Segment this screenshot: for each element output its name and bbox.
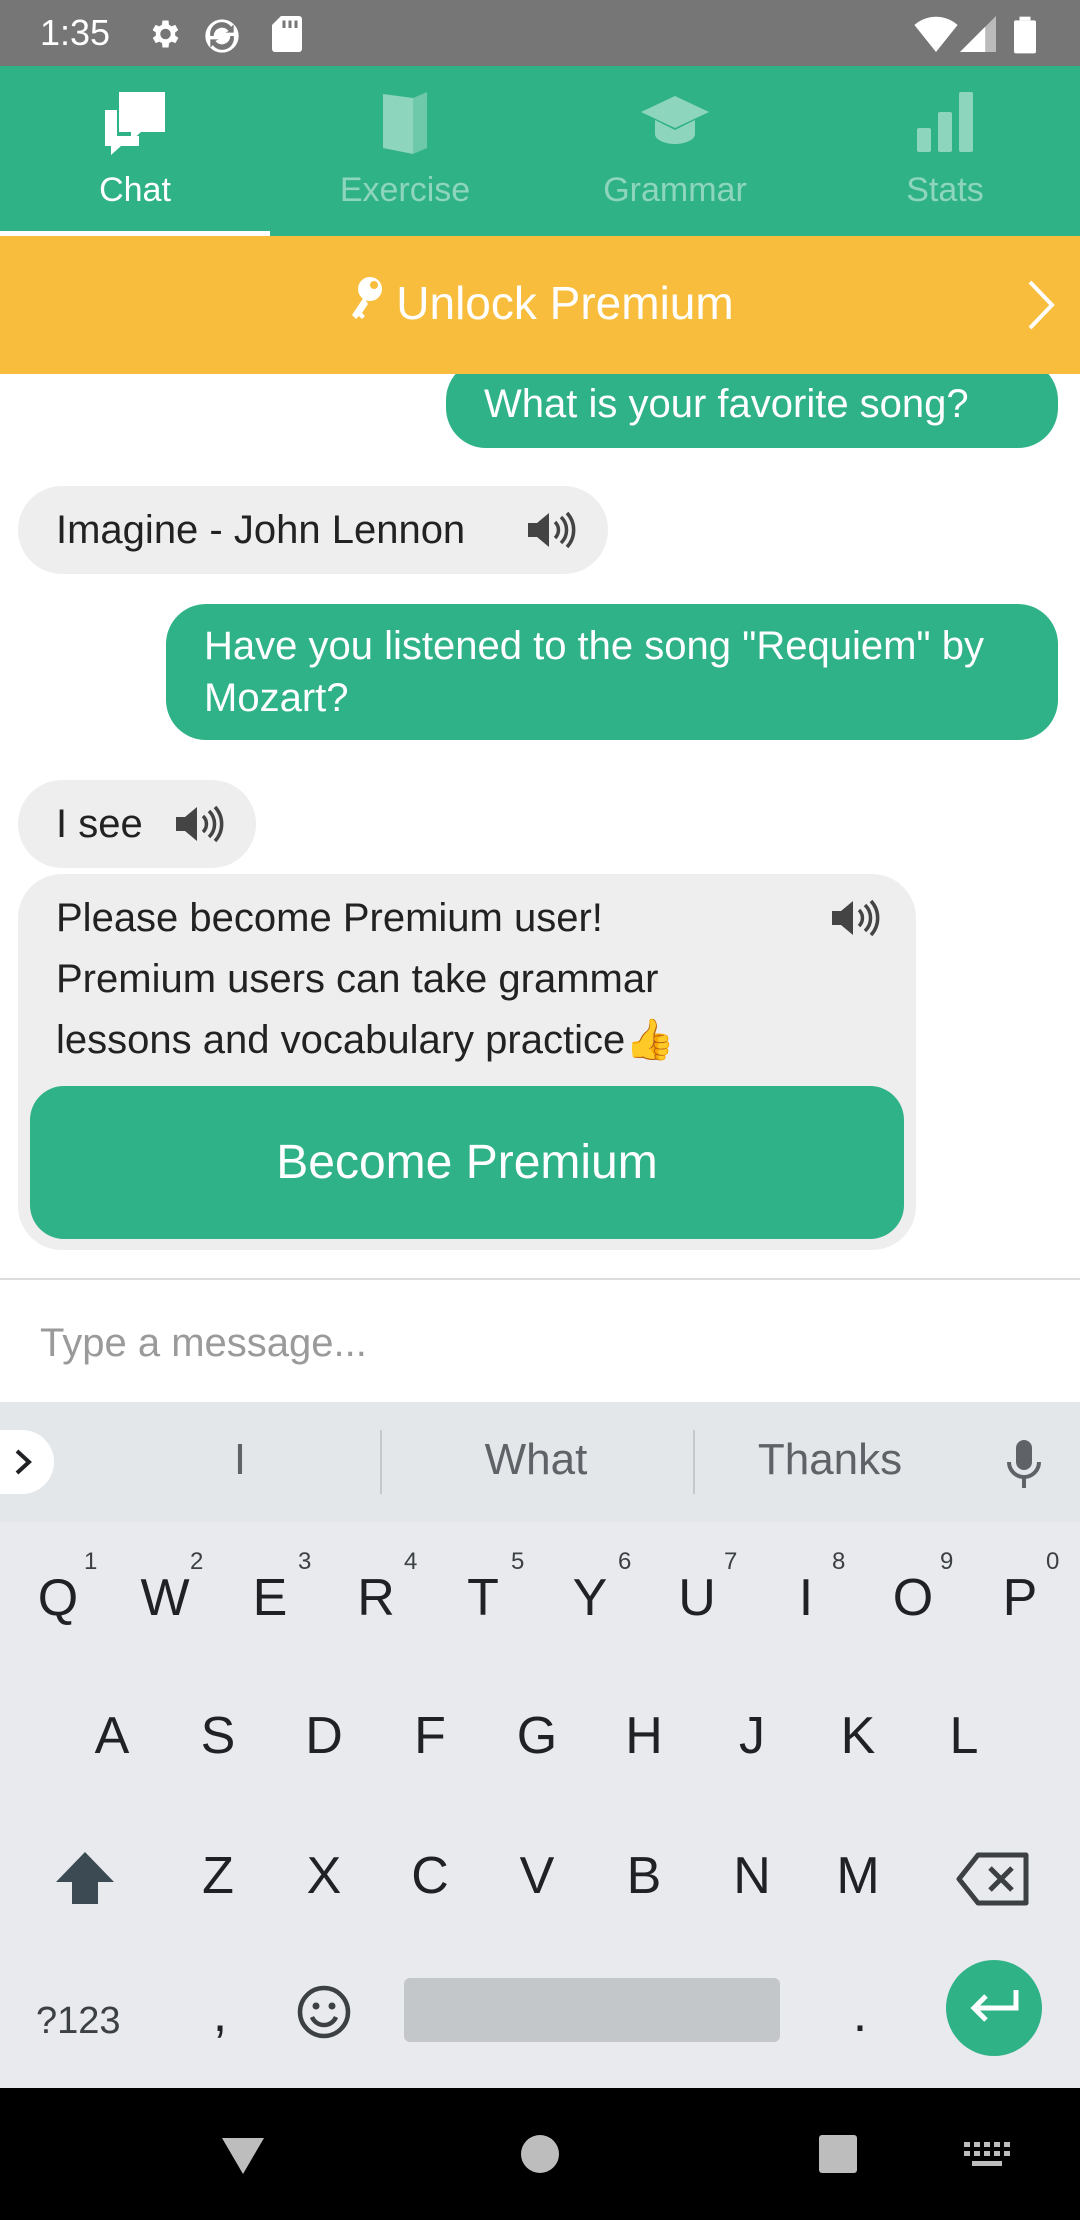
key-g[interactable]: G — [497, 1704, 577, 1768]
key-comma[interactable]: , — [180, 1982, 260, 2046]
message-input-bar — [0, 1278, 1080, 1404]
key-hint: 0 — [1046, 1548, 1060, 1575]
suggestion-strip: I What Thanks — [0, 1402, 1080, 1522]
message-text: What is your favorite song? — [484, 382, 969, 426]
message-received: Imagine - John Lennon — [18, 486, 608, 574]
keyboard-switch-icon[interactable] — [964, 2142, 1010, 2170]
message-received: I see — [18, 780, 256, 868]
suggestion-item[interactable]: What — [436, 1432, 636, 1488]
speaker-icon[interactable] — [830, 898, 882, 938]
key-hint: 9 — [940, 1548, 954, 1575]
tab-label: Grammar — [603, 171, 747, 209]
message-text: Imagine - John Lennon — [56, 508, 466, 552]
graduation-cap-icon — [641, 96, 709, 144]
key-l[interactable]: L — [924, 1704, 1004, 1768]
key-hint: 5 — [511, 1548, 525, 1575]
key-h[interactable]: H — [604, 1704, 684, 1768]
key-b[interactable]: B — [604, 1844, 684, 1908]
book-icon — [383, 92, 427, 154]
key-n[interactable]: N — [712, 1844, 792, 1908]
key-v[interactable]: V — [497, 1844, 577, 1908]
key-s[interactable]: S — [178, 1704, 258, 1768]
key-c[interactable]: C — [390, 1844, 470, 1908]
back-icon[interactable] — [220, 2136, 266, 2176]
speaker-icon[interactable] — [174, 804, 226, 844]
bar-chart-icon — [917, 92, 973, 152]
message-text: Have you listened to the song "Requiem" … — [204, 624, 984, 720]
unlock-premium-banner[interactable]: Unlock Premium — [0, 236, 1080, 374]
space-bar[interactable] — [404, 1978, 780, 2042]
key-j[interactable]: J — [712, 1704, 792, 1768]
tab-grammar[interactable]: Grammar — [540, 66, 810, 236]
key-hint: 7 — [724, 1548, 738, 1575]
microphone-icon[interactable] — [1004, 1438, 1044, 1490]
emoji-icon[interactable] — [296, 1984, 352, 2040]
wifi-icon — [914, 16, 958, 52]
recents-icon[interactable] — [818, 2134, 858, 2174]
tab-stats[interactable]: Stats — [810, 66, 1080, 236]
enter-arrow-icon — [970, 1990, 1019, 2022]
battery-icon — [1014, 16, 1036, 54]
key-hint: 8 — [832, 1548, 846, 1575]
symbols-key[interactable]: ?123 — [36, 2000, 121, 2043]
key-m[interactable]: M — [818, 1844, 898, 1908]
key-d[interactable]: D — [284, 1704, 364, 1768]
suggestion-item[interactable]: Thanks — [730, 1432, 930, 1488]
chevron-right-icon — [1028, 280, 1055, 330]
banner-label: Unlock Premium — [396, 277, 734, 329]
banner-content: Unlock Premium — [0, 274, 1080, 332]
message-text: Please become Premium user! Premium user… — [56, 896, 676, 1062]
tab-label: Exercise — [339, 171, 471, 209]
key-x[interactable]: X — [284, 1844, 364, 1908]
key-hint: 1 — [84, 1548, 98, 1575]
chat-area[interactable]: What is your favorite song? Imagine - Jo… — [0, 374, 1080, 1278]
key-icon — [352, 277, 383, 319]
message-text: I see — [56, 802, 143, 846]
tab-bar: Chat Exercise Grammar Stats — [0, 66, 1080, 236]
key-a[interactable]: A — [72, 1704, 152, 1768]
shift-key[interactable] — [54, 1850, 116, 1906]
cell-signal-icon — [960, 16, 996, 52]
chat-icon — [105, 92, 165, 155]
backspace-icon[interactable] — [956, 1852, 1030, 1906]
keyboard: I What Thanks Q W E R T Y U I O P 1 2 3 … — [0, 1402, 1080, 2088]
status-time: 1:35 — [40, 12, 111, 53]
enter-key[interactable] — [946, 1960, 1042, 2056]
key-f[interactable]: F — [390, 1704, 470, 1768]
suggestion-item[interactable]: I — [140, 1432, 340, 1488]
message-sent: What is your favorite song? — [446, 374, 1058, 448]
key-period[interactable]: . — [820, 1982, 900, 2046]
status-bar: 1:35 — [0, 0, 1080, 66]
key-z[interactable]: Z — [178, 1844, 258, 1908]
sd-card-icon — [272, 16, 302, 52]
suggestion-separator — [380, 1430, 382, 1494]
key-hint: 2 — [190, 1548, 204, 1575]
become-premium-button[interactable]: Become Premium — [30, 1086, 904, 1239]
settings-gear-icon — [152, 20, 179, 48]
key-hint: 3 — [298, 1548, 312, 1575]
message-sent: Have you listened to the song "Requiem" … — [166, 604, 1058, 740]
key-k[interactable]: K — [818, 1704, 898, 1768]
suggestion-separator — [693, 1430, 695, 1494]
message-input[interactable] — [38, 1302, 1042, 1384]
home-icon[interactable] — [520, 2134, 560, 2174]
expand-suggestions-button[interactable] — [0, 1430, 54, 1494]
tab-label: Stats — [906, 171, 984, 209]
key-hint: 4 — [404, 1548, 418, 1575]
tab-exercise[interactable]: Exercise — [270, 66, 540, 236]
speaker-icon[interactable] — [526, 510, 578, 550]
chevron-right-icon — [15, 1449, 32, 1475]
system-navigation-bar — [0, 2088, 1080, 2220]
key-hint: 6 — [618, 1548, 632, 1575]
tab-chat[interactable]: Chat — [0, 66, 270, 236]
tab-label: Chat — [99, 171, 171, 209]
sync-icon — [205, 19, 239, 53]
